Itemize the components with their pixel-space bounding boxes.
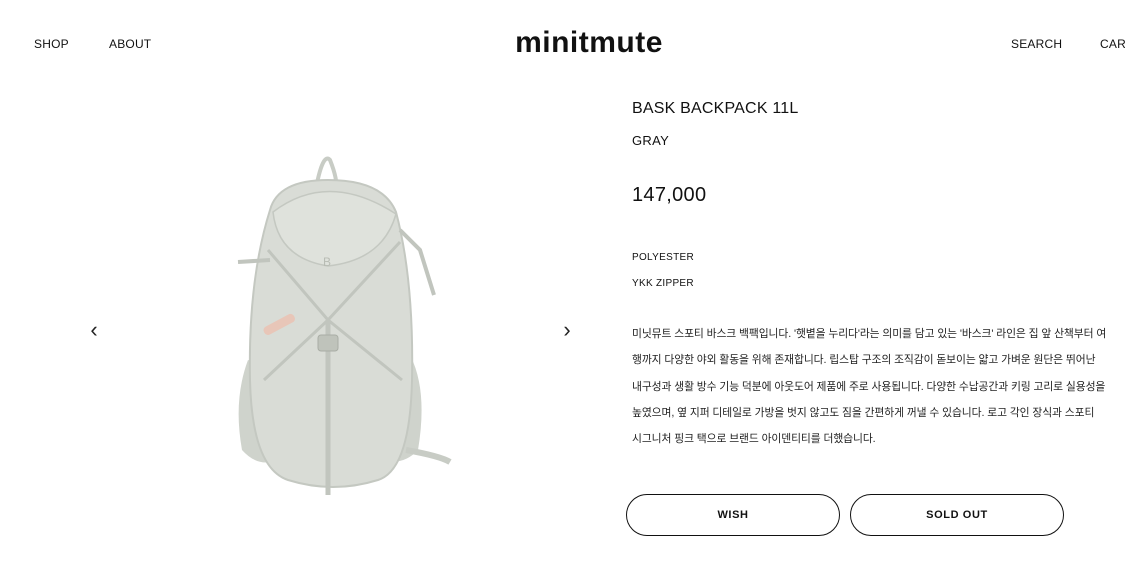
nav-search-link[interactable]: SEARCH bbox=[1011, 37, 1062, 51]
nav-cart-link[interactable]: CART bbox=[1100, 37, 1125, 51]
wish-button[interactable]: WISH bbox=[626, 494, 840, 536]
chevron-left-icon[interactable]: ‹ bbox=[84, 318, 104, 342]
svg-text:B: B bbox=[323, 255, 331, 269]
product-description: 미닛뮤트 스포티 바스크 백팩입니다. '햇볕을 누리다'라는 의미를 담고 있… bbox=[632, 328, 1107, 446]
product-image: B bbox=[178, 150, 488, 506]
product-title: BASK BACKPACK 11L bbox=[632, 100, 799, 117]
spec-material: POLYESTER bbox=[632, 252, 694, 263]
product-color: GRAY bbox=[632, 133, 670, 148]
chevron-right-icon[interactable]: › bbox=[557, 318, 577, 342]
product-price: 147,000 bbox=[632, 184, 707, 206]
sold-out-button[interactable]: SOLD OUT bbox=[850, 494, 1064, 536]
brand-logo[interactable]: minitmute bbox=[0, 26, 1125, 60]
backpack-image: B bbox=[237, 156, 452, 495]
spec-zipper: YKK ZIPPER bbox=[632, 278, 694, 289]
